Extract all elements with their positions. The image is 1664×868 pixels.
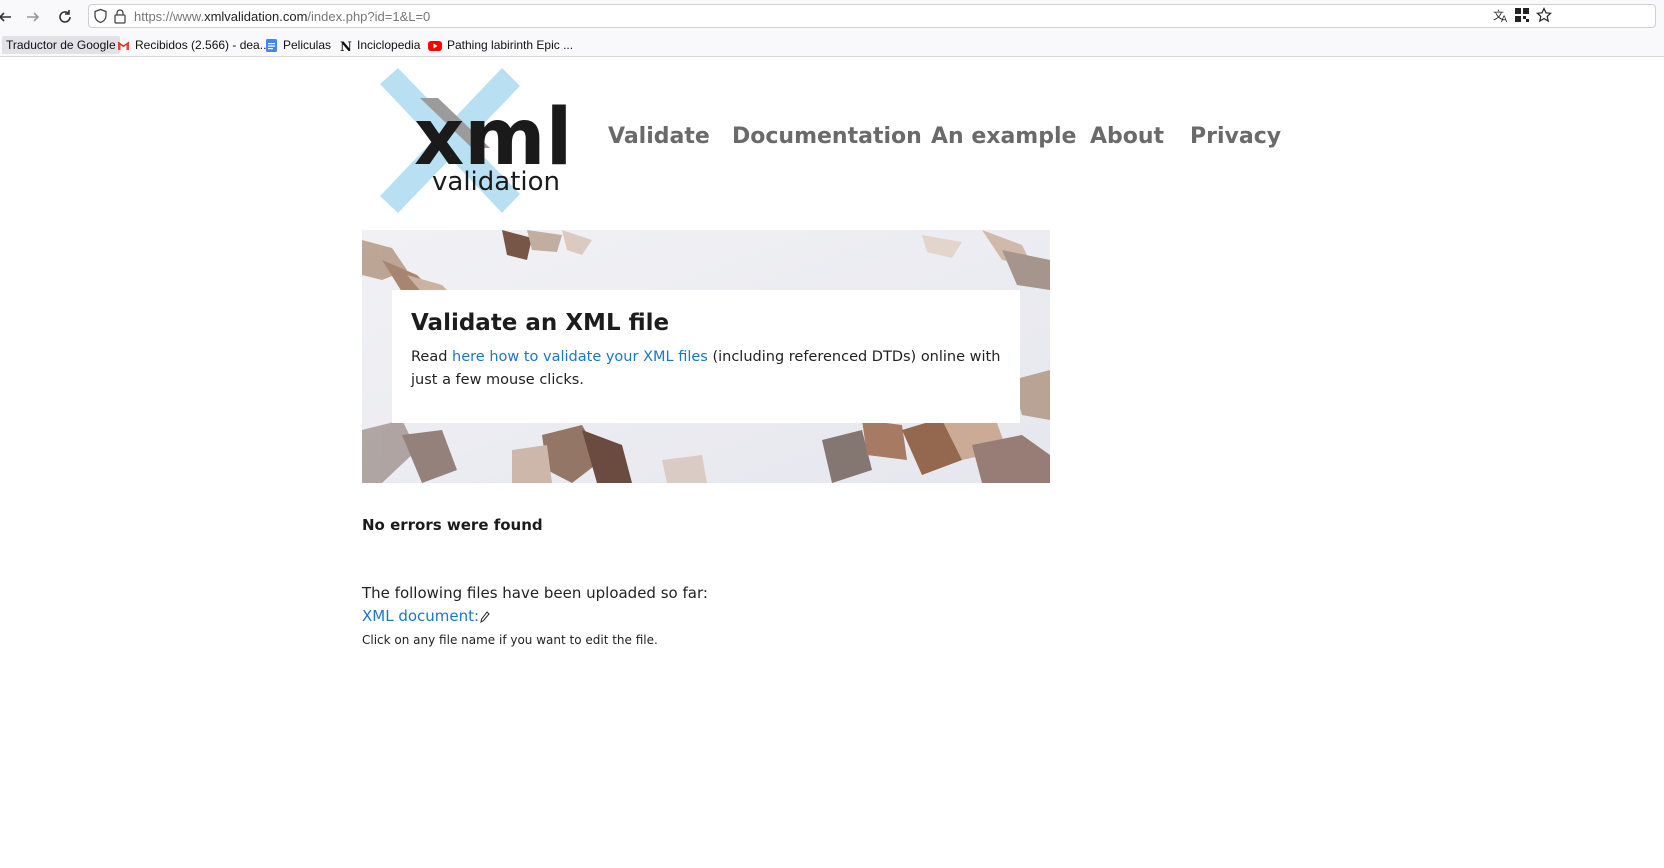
uploaded-file-entry: XML document:: [362, 607, 490, 625]
address-bar[interactable]: https://www.xmlvalidation.com/index.php?…: [88, 4, 1656, 28]
bookmark-label: Pathing labirinth Epic ...: [447, 38, 574, 52]
xml-document-link[interactable]: XML document:: [362, 607, 479, 625]
hero-title: Validate an XML file: [411, 310, 670, 336]
browser-chrome: https://www.xmlvalidation.com/index.php?…: [0, 0, 1664, 57]
hero-card: Validate an XML file Read here how to va…: [392, 290, 1020, 423]
menu-about[interactable]: About: [1090, 124, 1164, 149]
back-button[interactable]: [0, 6, 16, 28]
bookmark-label: Peliculas: [283, 38, 332, 52]
youtube-icon: [428, 40, 442, 51]
url-prefix: https://www.: [134, 9, 205, 24]
bookmark-label: Recibidos (2.566) - dea...: [135, 38, 270, 52]
qr-code-icon[interactable]: [1514, 7, 1530, 27]
hero-banner: Validate an XML file Read here how to va…: [362, 230, 1050, 483]
bookmark-pathing[interactable]: Pathing labirinth Epic ...: [428, 36, 573, 54]
translate-icon[interactable]: 文A: [1493, 7, 1509, 27]
back-arrow-icon: [0, 12, 11, 22]
browser-toolbar: https://www.xmlvalidation.com/index.php?…: [0, 0, 1664, 33]
reload-button[interactable]: [54, 6, 76, 28]
logo-subtitle: validation: [432, 167, 560, 197]
forward-button[interactable]: [22, 6, 44, 28]
svg-text:N: N: [340, 40, 352, 52]
bookmark-label: Inciclopedia: [357, 38, 421, 52]
bookmark-recibidos[interactable]: Recibidos (2.566) - dea...: [117, 36, 270, 54]
bookmarks-bar: Traductor de Google Recibidos (2.566) - …: [0, 33, 1664, 55]
url-domain: xmlvalidation.com: [204, 9, 308, 24]
menu-an-example[interactable]: An example: [931, 124, 1076, 149]
menu-validate[interactable]: Validate: [608, 124, 710, 149]
bookmark-label: Traductor de Google: [6, 38, 116, 52]
gmail-icon: [117, 41, 130, 50]
validation-status: No errors were found: [362, 516, 543, 534]
edit-hint: Click on any file name if you want to ed…: [362, 633, 658, 647]
bookmark-inciclopedia[interactable]: N Inciclopedia: [339, 36, 420, 54]
inciclopedia-icon: N: [340, 40, 352, 52]
pencil-icon[interactable]: [480, 610, 490, 623]
hero-description: Read here how to validate your XML files…: [411, 346, 1011, 392]
how-to-validate-link[interactable]: here how to validate your XML files: [452, 349, 708, 365]
bookmark-traductor[interactable]: Traductor de Google: [2, 36, 120, 54]
bookmark-peliculas[interactable]: Peliculas: [265, 36, 331, 54]
menu-privacy[interactable]: Privacy: [1190, 124, 1281, 149]
svg-text:A: A: [1501, 15, 1508, 23]
menu-documentation[interactable]: Documentation: [732, 124, 922, 149]
lock-icon[interactable]: [113, 8, 127, 24]
google-docs-icon: [266, 38, 277, 52]
shield-icon[interactable]: [93, 8, 108, 24]
reload-icon: [59, 10, 71, 23]
uploaded-files-intro: The following files have been uploaded s…: [362, 584, 708, 602]
hero-text-before: Read: [411, 349, 453, 365]
url-text[interactable]: https://www.xmlvalidation.com/index.php?…: [134, 9, 430, 24]
bookmark-star-icon[interactable]: [1536, 7, 1552, 27]
url-path: /index.php?id=1&L=0: [307, 9, 431, 24]
forward-arrow-icon: [27, 12, 40, 22]
xml-validation-logo: xml validation: [380, 68, 572, 213]
site-logo[interactable]: xml validation: [380, 68, 572, 216]
